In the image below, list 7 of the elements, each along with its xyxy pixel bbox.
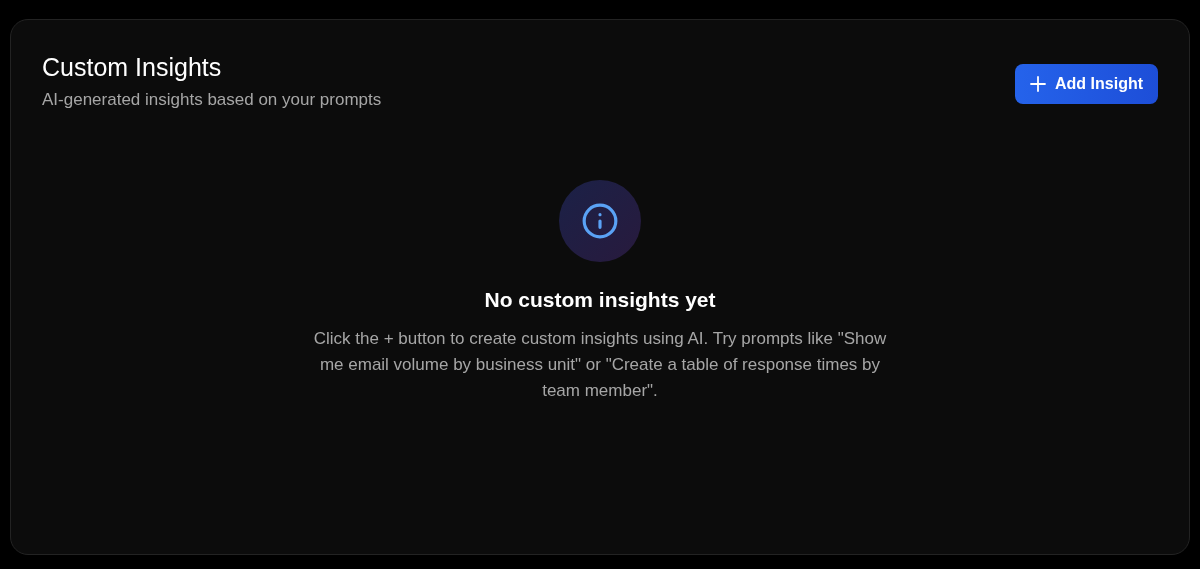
info-icon (581, 201, 619, 240)
plus-icon (1030, 76, 1046, 92)
empty-state-message: Click the + button to create custom insights using AI. Try prompts like "Show me email volume by business unit" or "Create a table of response times by team member". (312, 327, 888, 402)
card-title: Custom Insights (42, 54, 223, 82)
card-subtitle: AI-generated insights based on your prompts (42, 89, 382, 110)
empty-state-title: No custom insights yet (484, 287, 716, 312)
add-insight-button[interactable]: Add Insight (1015, 64, 1158, 104)
